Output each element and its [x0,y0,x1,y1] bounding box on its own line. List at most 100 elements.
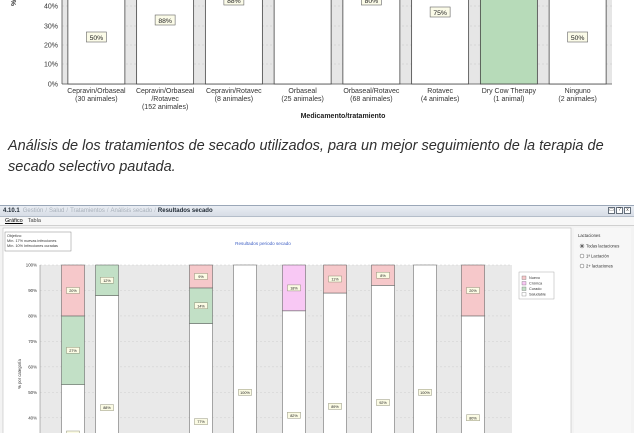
x-tick-label: Cepravin/Orbaseal [67,88,126,95]
radio-label: 2+ lactaciones [586,264,613,269]
bar [342,0,401,85]
data-label: 20% [69,289,77,293]
radio-label: 1ª Lactación [586,254,610,259]
legend-swatch [521,281,527,286]
legend-swatch [521,286,527,291]
x-tick-label: Ninguno [565,88,591,95]
help-icon[interactable]: ? [616,207,623,214]
data-label: 9% [198,275,204,279]
x-axis-label: Medicamento/tratamiento [301,113,386,120]
y-tick-label: 60% [28,364,37,369]
x-tick-count: (2 animales) [558,96,597,103]
side-panel [574,228,631,433]
data-label: 92% [379,401,387,405]
breadcrumb-item-tratamientos[interactable]: Tratamientos [70,208,105,214]
data-label: 88% [103,406,111,410]
y-tick-label: 50% [28,390,37,395]
objective-line: Mín. 17% nuevas infecciones [7,239,56,243]
y-tick-label: 40% [44,4,58,11]
x-tick-label: Rotavec [427,88,453,95]
bar-segment-saludable [323,292,347,433]
data-label: 82% [290,414,298,418]
legend-swatch [521,292,527,297]
x-tick-label: Orbaseal/Rotavec [343,88,400,95]
x-tick-count: (152 animales) [142,104,188,111]
x-tick-label: Dry Cow Therapy [482,88,537,95]
results-chart: Resultados periodo secadoObjetivo:Mín. 1… [2,227,631,433]
bar-segment-saludable [189,323,213,433]
data-label: 11% [331,278,339,282]
figure-caption: Análisis de los tratamientos de secado u… [8,138,604,175]
bar [136,0,195,85]
bar-segment-saludable [95,295,119,433]
bar [273,0,332,85]
restore-icon[interactable]: ▭ [608,207,615,214]
legend-label: Nuevo [529,276,540,280]
data-label: 88% [158,18,172,25]
breadcrumb-item-analisis-secado[interactable]: Análisis secado [111,208,153,214]
data-label: 89% [331,405,339,409]
data-label: 14% [197,304,205,308]
data-label: 88% [227,0,241,5]
legend-label: Curado [529,287,541,291]
bar-segment-saludable [371,285,395,433]
bar [204,0,263,85]
x-tick-label: Orbaseal [288,88,317,95]
y-tick-label: 10% [44,62,58,69]
y-axis-label: % d [11,0,18,6]
tab-grafico[interactable]: Gráfico [5,218,23,224]
y-tick-label: 80% [28,313,37,318]
x-tick-count: (4 animales) [421,96,460,103]
bar-segment-saludable [233,264,257,433]
objective-line: Mín. 10% Infecciones curadas [7,244,58,248]
data-label: 80% [365,0,379,5]
y-tick-label: 20% [44,43,58,50]
data-label: 50% [571,35,585,42]
y-tick-label: 70% [28,339,37,344]
data-label: 27% [69,349,77,353]
y-axis-label: % por categoría [17,359,22,389]
radio-2[interactable] [579,263,585,269]
x-tick-count: (68 animales) [350,96,392,103]
bar-segment-saludable [61,384,85,433]
app-window: 4.10.1 Gestión / Salud / Tratamientos / … [0,205,634,433]
legend-label: Crónica [529,282,543,286]
radio-1[interactable] [579,253,585,259]
data-label: 18% [290,287,298,291]
x-tick-count: (8 animales) [215,96,254,103]
breadcrumb-number: 4.10.1 [3,208,20,214]
app-header: 4.10.1 Gestión / Salud / Tratamientos / … [0,206,634,217]
x-tick-count: (25 animales) [281,96,323,103]
x-tick-label: Cepravin/Rotavec [206,88,262,95]
data-label: 75% [433,10,447,17]
data-label: 100% [240,391,250,395]
tab-tabla[interactable]: Tabla [28,218,41,224]
x-tick-label: /Rotavec [151,96,179,103]
view-tabs: Gráfico Tabla [0,217,634,226]
breadcrumb-item-salud[interactable]: Salud [49,208,64,214]
close-icon[interactable]: x [624,207,631,214]
data-label: 50% [90,35,104,42]
radio-dot [581,245,583,247]
treatment-chart: 40%30%20%10%0%% d50%Cepravin/Orbaseal(30… [11,0,612,120]
radio-label: Todas lactaciones [586,244,619,249]
data-label: 8% [380,274,386,278]
objective-title: Objetivo: [7,234,22,238]
y-tick-label: 0% [48,82,58,89]
legend-label: Saludable [529,293,546,297]
x-tick-count: (1 animal) [493,96,524,103]
breadcrumb-item-gestion[interactable]: Gestión [23,208,44,214]
legend-swatch [521,275,527,280]
window-buttons: ▭ ? x [608,207,631,214]
data-label: 100% [420,391,430,395]
y-tick-label: 40% [28,415,37,420]
y-tick-label: 90% [28,288,37,293]
chart-title: Resultados periodo secado [235,241,291,246]
data-label: 77% [197,420,205,424]
x-tick-count: (30 animales) [75,96,117,103]
y-tick-label: 30% [44,24,58,31]
data-label: 80% [469,416,477,420]
bar-segment-saludable [413,264,437,433]
x-tick-label: Cepravin/Orbaseal [136,88,195,95]
data-label: 20% [469,289,477,293]
